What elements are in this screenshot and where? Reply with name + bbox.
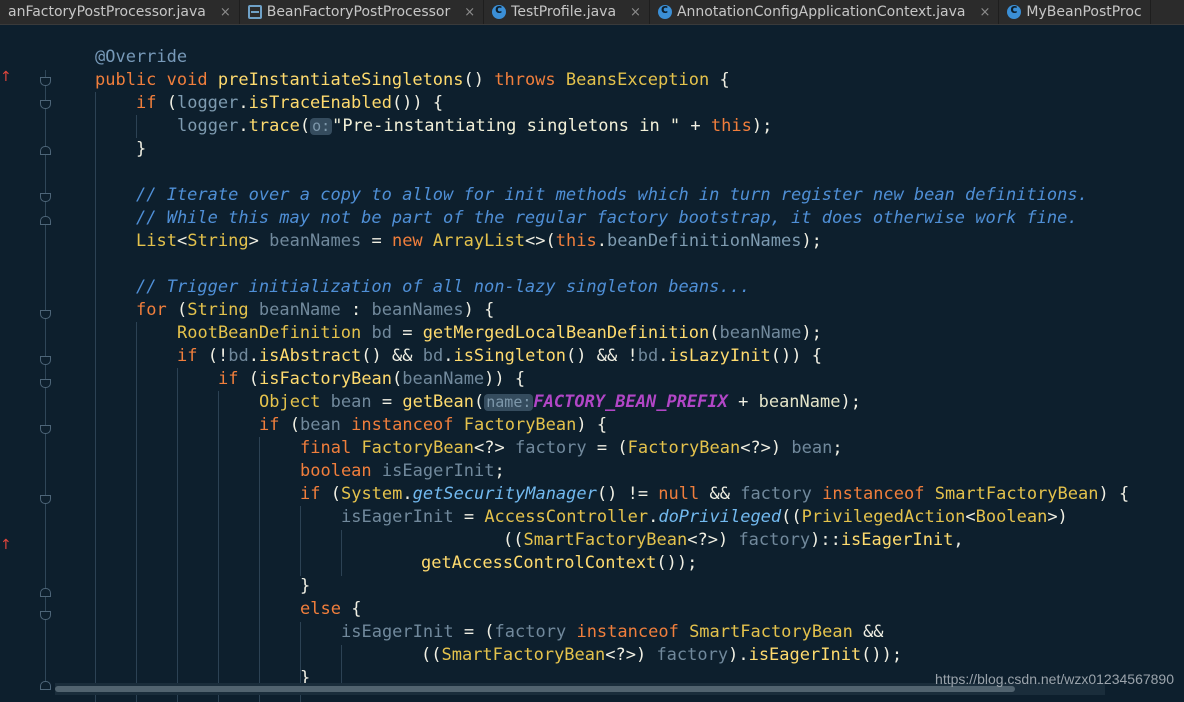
code-line: // While this may not be part of the reg… xyxy=(136,208,1078,228)
code-line: if (logger.isTraceEnabled()) { xyxy=(136,93,444,113)
override-arrow-icon[interactable]: ↑ xyxy=(0,537,12,553)
code-line: if (!bd.isAbstract() && bd.isSingleton()… xyxy=(177,346,822,366)
override-arrow-icon[interactable]: ↑ xyxy=(0,69,12,85)
indent-guide xyxy=(218,391,219,702)
code-line: @Override xyxy=(95,47,188,67)
editor-tab[interactable]: BeanFactoryPostProcessor × xyxy=(240,0,485,24)
code-line: if (bean instanceof FactoryBean) { xyxy=(259,415,608,435)
indent-guide xyxy=(136,322,137,702)
interface-icon xyxy=(247,5,262,19)
code-line: logger.trace(o: "Pre-instantiating single… xyxy=(177,116,773,136)
code-line: getAccessControlContext()); xyxy=(421,553,698,573)
indent-guide xyxy=(300,506,301,576)
code-line: if (System.getSecurityManager() != null … xyxy=(300,484,1130,504)
watermark: https://blog.csdn.net/wzx01234567890 xyxy=(935,671,1174,687)
fold-collapse-icon[interactable] xyxy=(40,379,51,388)
tab-label: TestProfile.java xyxy=(511,4,617,20)
class-icon xyxy=(657,2,672,19)
indent-guide xyxy=(136,115,137,138)
code-line: final FactoryBean<?> factory = (FactoryB… xyxy=(300,438,843,458)
fold-collapse-icon[interactable] xyxy=(40,425,51,434)
code-line: // Iterate over a copy to allow for init… xyxy=(136,185,1088,205)
code-line: boolean isEagerInit; xyxy=(300,461,505,481)
tab-label: BeanFactoryPostProcessor xyxy=(266,4,451,20)
code-line: // Trigger initialization of all non-laz… xyxy=(136,277,751,297)
fold-collapse-icon[interactable] xyxy=(40,100,51,109)
fold-expand-icon[interactable] xyxy=(40,681,51,690)
code-line: Object bean = getBean(name: FACTORY_BEAN_… xyxy=(259,392,861,412)
code-line: if (isFactoryBean(beanName)) { xyxy=(218,369,526,389)
fold-expand-icon[interactable] xyxy=(40,216,51,225)
code-line: RootBeanDefinition bd = getMergedLocalBe… xyxy=(177,323,822,343)
code-line: List<String> beanNames = new ArrayList<>… xyxy=(136,231,822,251)
editor-tab-bar: anFactoryPostProcessor.java × BeanFactoryP… xyxy=(0,0,1184,25)
code-line: isEagerInit = (factory instanceof SmartF… xyxy=(341,622,884,642)
fold-collapse-icon[interactable] xyxy=(40,495,51,504)
scrollbar-thumb[interactable] xyxy=(55,686,1015,692)
tab-label: anFactoryPostProcessor.java xyxy=(8,4,206,20)
tab-label: MyBeanPostProc xyxy=(1026,4,1142,20)
code-line: else { xyxy=(300,599,362,619)
code-line: } xyxy=(300,576,311,596)
close-tab-icon[interactable]: × xyxy=(980,5,991,20)
fold-collapse-icon[interactable] xyxy=(40,193,51,202)
class-icon xyxy=(1007,2,1022,19)
code-line: for (String beanName : beanNames) { xyxy=(136,300,495,320)
parameter-hint: o: xyxy=(310,117,333,135)
fold-collapse-icon[interactable] xyxy=(40,310,51,319)
editor-tab[interactable]: anFactoryPostProcessor.java × xyxy=(0,0,240,24)
code-line: } xyxy=(136,139,147,159)
fold-collapse-icon[interactable] xyxy=(40,77,51,86)
close-tab-icon[interactable]: × xyxy=(220,5,231,20)
code-line: isEagerInit = AccessController.doPrivile… xyxy=(341,507,1068,527)
fold-collapse-icon[interactable] xyxy=(40,356,51,365)
editor-tab[interactable]: TestProfile.java × xyxy=(484,0,650,24)
fold-expand-icon[interactable] xyxy=(40,588,51,597)
parameter-hint: name: xyxy=(484,393,534,411)
editor-tab[interactable]: MyBeanPostProc xyxy=(999,0,1151,24)
fold-collapse-icon[interactable] xyxy=(40,611,51,620)
indent-guide xyxy=(259,437,260,702)
code-line: public void preInstantiateSingletons() t… xyxy=(95,70,730,90)
code-line: ((SmartFactoryBean<?>) factory).isEagerI… xyxy=(421,645,903,665)
tab-label: AnnotationConfigApplicationContext.java xyxy=(676,4,966,20)
close-tab-icon[interactable]: × xyxy=(630,5,641,20)
indent-guide xyxy=(177,368,178,702)
class-icon xyxy=(492,2,507,19)
editor-gutter: ↑ ↑ xyxy=(0,25,60,690)
close-tab-icon[interactable]: × xyxy=(464,5,475,20)
indent-guide xyxy=(341,530,342,576)
indent-guide xyxy=(95,92,96,702)
code-line: ((SmartFactoryBean<?>) factory)::isEager… xyxy=(503,530,964,550)
fold-expand-icon[interactable] xyxy=(40,146,51,155)
editor-tab[interactable]: AnnotationConfigApplicationContext.java × xyxy=(650,0,1000,24)
